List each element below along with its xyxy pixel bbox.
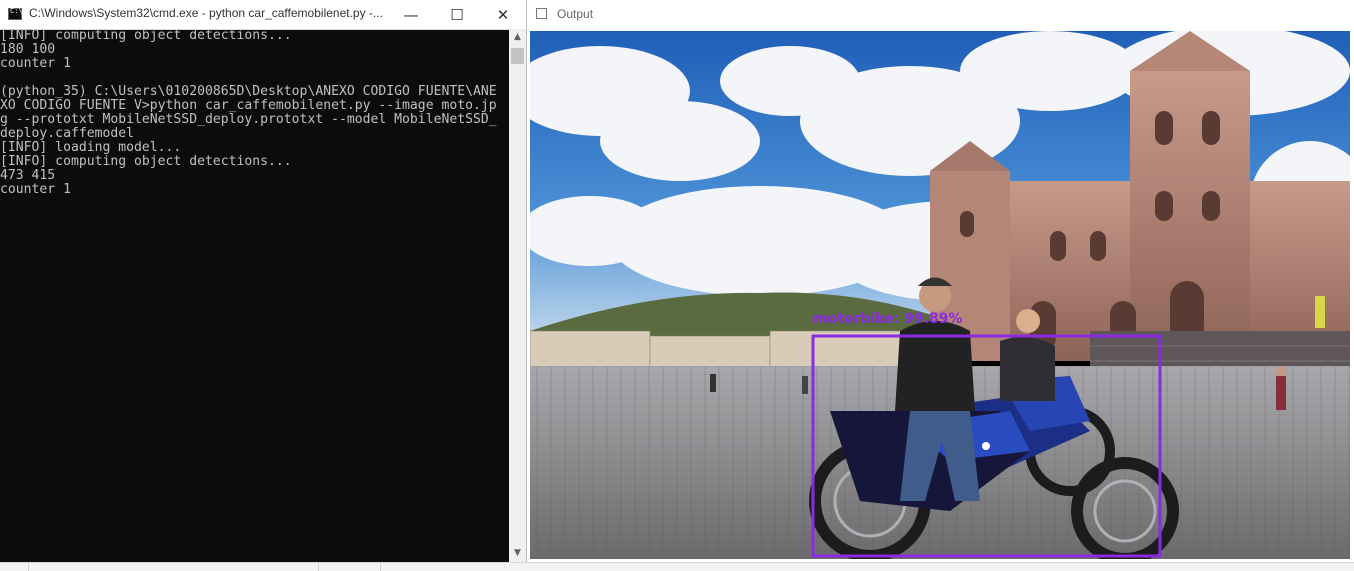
minimize-button[interactable]: — (388, 0, 434, 29)
console-line: counter 1 (0, 56, 71, 71)
console-line: [INFO] computing object detections... (0, 29, 292, 43)
scroll-up-arrow-icon[interactable]: ▲ (509, 29, 526, 46)
console-line: 180 100 (0, 42, 56, 57)
detection-label: motorbike: 99.89% (813, 311, 962, 327)
detection-center-point (982, 442, 990, 450)
cmd-scrollbar[interactable]: ▲ ▼ (509, 29, 526, 562)
scroll-thumb[interactable] (511, 48, 524, 64)
console-line: 473 415 (0, 168, 56, 183)
console-line: (python_35) C:\Users\010200865D\Desktop\… (0, 84, 497, 99)
cmd-window[interactable]: C:\Windows\System32\cmd.exe - python car… (0, 0, 527, 562)
detection-image: motorbike: 99.89% (530, 31, 1350, 559)
close-button[interactable]: ✕ (480, 0, 526, 29)
output-title-bar[interactable]: Output (527, 0, 1354, 30)
console-line: counter 1 (0, 182, 71, 197)
output-window-title: Output (557, 7, 594, 21)
scroll-down-arrow-icon[interactable]: ▼ (509, 545, 526, 562)
console-line: deploy.caffemodel (0, 126, 135, 141)
output-image: motorbike: 99.89% (530, 31, 1350, 559)
maximize-button[interactable]: ☐ (434, 0, 480, 29)
console-line: XO CODIGO FUENTE V>python car_caffemobil… (0, 98, 497, 113)
console-line: [INFO] loading model... (0, 140, 182, 155)
cmd-window-title: C:\Windows\System32\cmd.exe - python car… (29, 6, 383, 20)
output-window[interactable]: Output motorbike: 99.89% (527, 0, 1354, 562)
console-line: [INFO] computing object detections... (0, 154, 292, 169)
cmd-console-output[interactable]: [INFO] computing object detections... 18… (0, 29, 508, 561)
cmd-app-icon (8, 7, 23, 20)
console-line: g --prototxt MobileNetSSD_deploy.prototx… (0, 112, 497, 127)
window-icon (536, 8, 547, 19)
cmd-title-bar[interactable]: C:\Windows\System32\cmd.exe - python car… (0, 0, 526, 30)
